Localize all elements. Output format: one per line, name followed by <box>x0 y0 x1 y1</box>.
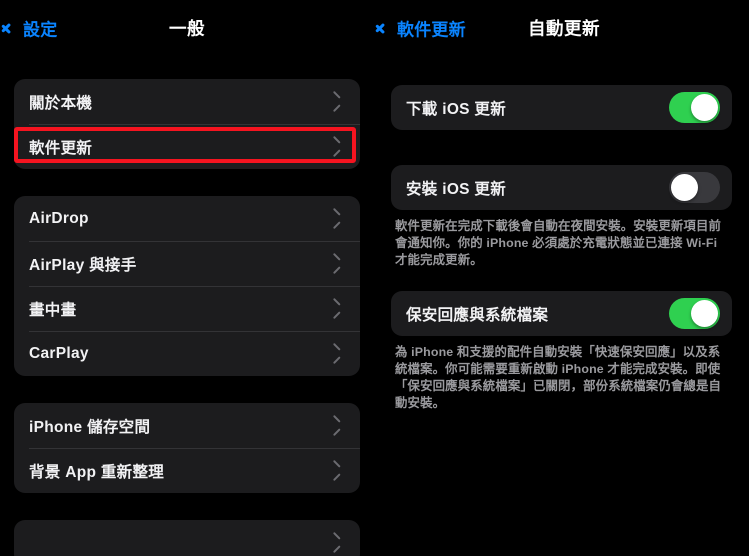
chevron-right-icon <box>334 94 343 109</box>
right-back-label: 軟件更新 <box>397 20 466 40</box>
toggle-download-ios-updates[interactable] <box>669 92 720 123</box>
row-label: AirDrop <box>29 209 89 227</box>
chevron-right-icon <box>334 535 343 550</box>
chevron-right-icon <box>334 211 343 226</box>
row-label: iPhone 儲存空間 <box>29 418 151 436</box>
settings-group-install-updates: 安裝 iOS 更新 <box>391 165 732 210</box>
row-label: CarPlay <box>29 344 89 362</box>
toggle-knob <box>691 94 718 121</box>
right-navbar: 軟件更新 自動更新 <box>374 0 749 56</box>
left-panel-general-settings: 設定 一般 關於本機 軟件更新 AirDrop AirPlay 與接手 畫中畫 … <box>0 0 374 556</box>
settings-group-device: 關於本機 軟件更新 <box>14 79 360 169</box>
row-label: 軟件更新 <box>29 139 93 157</box>
settings-group-download-updates: 下載 iOS 更新 <box>391 85 732 130</box>
sidebar-item-iphone-storage[interactable]: iPhone 儲存空間 <box>14 403 360 448</box>
left-page-title: 一般 <box>169 18 205 39</box>
sidebar-item-software-update[interactable]: 軟件更新 <box>14 124 360 169</box>
left-navbar: 設定 一般 <box>0 0 374 56</box>
chevron-right-icon <box>334 256 343 271</box>
toggle-knob <box>671 174 698 201</box>
chevron-right-icon <box>334 346 343 361</box>
left-back-label: 設定 <box>23 20 58 40</box>
settings-group-storage: iPhone 儲存空間 背景 App 重新整理 <box>14 403 360 493</box>
row-label: 保安回應與系統檔案 <box>406 306 549 324</box>
right-panel-automatic-updates: 軟件更新 自動更新 下載 iOS 更新 安裝 iOS 更新 軟件更新在完成下載後… <box>374 0 749 556</box>
settings-group-connectivity: AirDrop AirPlay 與接手 畫中畫 CarPlay <box>14 196 360 376</box>
chevron-right-icon <box>334 139 343 154</box>
sidebar-item-airplay-handoff[interactable]: AirPlay 與接手 <box>14 241 360 286</box>
footer-note-install-updates: 軟件更新在完成下載後會自動在夜間安裝。安裝更新項目前會通知你。你的 iPhone… <box>395 219 722 267</box>
right-page-title: 自動更新 <box>528 18 600 39</box>
toggle-security-responses-system-files[interactable] <box>669 298 720 329</box>
chevron-right-icon <box>334 301 343 316</box>
sidebar-item-background-app-refresh[interactable]: 背景 App 重新整理 <box>14 448 360 493</box>
row-label: 背景 App 重新整理 <box>29 463 165 481</box>
chevron-right-icon <box>334 463 343 478</box>
toggle-install-ios-updates[interactable] <box>669 172 720 203</box>
left-settings-list: 關於本機 軟件更新 AirDrop AirPlay 與接手 畫中畫 CarPla… <box>0 79 374 556</box>
chevron-left-icon <box>8 19 19 38</box>
sidebar-item-about[interactable]: 關於本機 <box>14 79 360 124</box>
row-install-ios-updates[interactable]: 安裝 iOS 更新 <box>391 165 732 210</box>
chevron-right-icon <box>334 418 343 433</box>
settings-group-partial <box>14 520 360 556</box>
footer-note-security-responses: 為 iPhone 和支援的配件自動安裝「快速保安回應」以及系統檔案。你可能需要重… <box>395 345 722 410</box>
toggle-knob <box>691 300 718 327</box>
right-settings-list: 下載 iOS 更新 安裝 iOS 更新 軟件更新在完成下載後會自動在夜間安裝。安… <box>374 85 749 412</box>
row-label: 關於本機 <box>29 94 93 112</box>
row-label: AirPlay 與接手 <box>29 256 137 274</box>
settings-group-security-responses: 保安回應與系統檔案 <box>391 291 732 336</box>
sidebar-item-carplay[interactable]: CarPlay <box>14 331 360 376</box>
row-download-ios-updates[interactable]: 下載 iOS 更新 <box>391 85 732 130</box>
sidebar-item-partial[interactable] <box>14 520 360 556</box>
row-label: 畫中畫 <box>29 301 77 319</box>
dual-screenshot-container: 設定 一般 關於本機 軟件更新 AirDrop AirPlay 與接手 畫中畫 … <box>0 0 749 556</box>
sidebar-item-airdrop[interactable]: AirDrop <box>14 196 360 241</box>
row-label: 下載 iOS 更新 <box>406 100 507 118</box>
right-back-button[interactable]: 軟件更新 <box>382 16 466 41</box>
left-back-button[interactable]: 設定 <box>8 16 57 41</box>
sidebar-item-picture-in-picture[interactable]: 畫中畫 <box>14 286 360 331</box>
row-security-responses-system-files[interactable]: 保安回應與系統檔案 <box>391 291 732 336</box>
row-label: 安裝 iOS 更新 <box>406 180 507 198</box>
chevron-left-icon <box>382 19 393 38</box>
